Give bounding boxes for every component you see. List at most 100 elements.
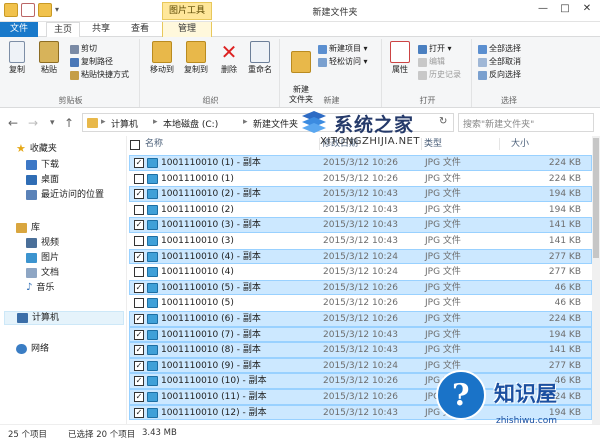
row-checkbox[interactable]: ✓ — [134, 220, 144, 231]
open-button[interactable]: 打开 ▾ — [418, 43, 452, 55]
nav-pictures[interactable]: 图片 — [26, 251, 59, 265]
scrollbar-thumb[interactable] — [593, 138, 599, 258]
nav-music[interactable]: ♪ 音乐 — [26, 281, 54, 295]
row-checkbox[interactable]: ✓ — [134, 360, 144, 371]
row-checkbox[interactable]: ✓ — [134, 313, 144, 324]
maximize-button[interactable]: □ — [554, 0, 576, 18]
history-button[interactable]: 历史记录 — [418, 69, 461, 81]
select-all-checkbox[interactable] — [130, 140, 140, 150]
column-divider[interactable] — [421, 138, 422, 150]
nav-downloads[interactable]: 下载 — [26, 158, 59, 172]
refresh-button[interactable]: ↻ — [439, 116, 447, 127]
clipboard-group-label: 剪贴板 — [58, 96, 83, 105]
select-all-button[interactable]: 全部选择 — [478, 43, 521, 55]
breadcrumb-local-disk[interactable]: 本地磁盘 (C:) — [163, 117, 218, 130]
tab-home[interactable]: 主页 — [46, 22, 80, 38]
breadcrumb-computer[interactable]: 计算机 — [111, 117, 138, 130]
tab-view[interactable]: 查看 — [122, 22, 158, 37]
row-checkbox[interactable]: ✓ — [134, 329, 144, 340]
row-checkbox[interactable]: ✓ — [134, 391, 144, 402]
row-checkbox[interactable]: ✓ — [134, 376, 144, 387]
table-row[interactable]: ✓ 1001110010 (7) - 副本 2015/3/12 10:43 JPG 文… — [129, 326, 592, 343]
rename-button[interactable]: 重命名 — [244, 41, 276, 75]
table-row[interactable]: 1001110010 (1) 2015/3/12 10:26 JPG 文件 224 K… — [129, 171, 592, 187]
table-row[interactable]: ✓ 1001110010 (2) - 副本 2015/3/12 10:43 JPG 文… — [129, 186, 592, 202]
properties-button[interactable]: 属性 — [386, 41, 414, 75]
back-button[interactable]: ← — [8, 116, 18, 130]
table-row[interactable]: ✓ 1001110010 (10) - 副本 2015/3/12 10:26 JPG … — [129, 373, 592, 389]
row-checkbox[interactable] — [134, 173, 144, 184]
vertical-scrollbar[interactable] — [592, 136, 600, 426]
row-checkbox[interactable] — [134, 204, 144, 215]
row-checkbox[interactable]: ✓ — [134, 189, 144, 200]
row-checkbox[interactable]: ✓ — [134, 158, 144, 168]
column-type[interactable]: 类型 — [424, 136, 442, 152]
table-row[interactable]: 1001110010 (5) 2015/3/12 10:26 JPG 文件 46 KB — [129, 295, 592, 311]
select-none-button[interactable]: 全部取消 — [478, 56, 521, 68]
move-to-button[interactable]: 移动到 — [146, 41, 178, 75]
paste-button[interactable]: 粘贴 — [34, 41, 64, 75]
tab-manage[interactable]: 管理 — [162, 22, 212, 37]
address-box[interactable]: ▸ 计算机 ▸ 本地磁盘 (C:) ▸ 新建文件夹 ↻ — [82, 113, 454, 132]
table-row[interactable]: ✓ 1001110010 (4) - 副本 2015/3/12 10:24 JPG 文… — [129, 248, 592, 265]
forward-button[interactable]: → — [28, 116, 38, 130]
table-row[interactable]: ✓ 1001110010 (8) - 副本 2015/3/12 10:43 JPG 文… — [129, 342, 592, 358]
nav-desktop[interactable]: 桌面 — [26, 173, 59, 187]
nav-documents[interactable]: 文档 — [26, 266, 59, 280]
file-date: 2015/3/12 10:43 — [323, 329, 398, 340]
copy-path-button[interactable]: 复制路径 — [70, 56, 113, 68]
column-size[interactable]: 大小 — [511, 136, 529, 152]
nav-computer[interactable]: 计算机 — [4, 311, 124, 325]
recent-locations-dropdown[interactable]: ▾ — [50, 118, 55, 128]
cut-button[interactable]: 剪切 — [70, 43, 97, 55]
tab-file[interactable]: 文件 — [0, 22, 38, 37]
minimize-button[interactable]: — — [532, 0, 554, 18]
explorer-app-icon[interactable] — [4, 3, 18, 17]
row-checkbox[interactable]: ✓ — [134, 282, 144, 293]
paste-shortcut-button[interactable]: 粘贴快捷方式 — [70, 69, 129, 81]
new-item-button[interactable]: 新建项目 ▾ — [318, 43, 368, 55]
table-row[interactable]: ✓ 1001110010 (6) - 副本 2015/3/12 10:26 JPG 文… — [129, 310, 592, 327]
history-label: 历史记录 — [429, 70, 461, 79]
table-row[interactable]: ✓ 1001110010 (5) - 副本 2015/3/12 10:26 JPG 文… — [129, 279, 592, 296]
tab-share[interactable]: 共享 — [84, 22, 118, 37]
table-row[interactable]: ✓ 1001110010 (12) - 副本 2015/3/12 10:43 JPG … — [129, 404, 592, 421]
nav-videos[interactable]: 视频 — [26, 236, 59, 250]
row-checkbox[interactable]: ✓ — [134, 251, 144, 262]
close-button[interactable]: ✕ — [576, 0, 598, 18]
pictures-icon — [26, 253, 37, 263]
table-row[interactable]: ✓ 1001110010 (9) - 副本 2015/3/12 10:24 JPG 文… — [129, 357, 592, 374]
row-checkbox[interactable]: ✓ — [134, 345, 144, 356]
edit-button[interactable]: 编辑 — [418, 56, 445, 68]
column-divider[interactable] — [499, 138, 500, 150]
table-row[interactable]: ✓ 1001110010 (3) - 副本 2015/3/12 10:43 JPG 文… — [129, 217, 592, 233]
column-divider[interactable] — [319, 138, 320, 150]
table-row[interactable]: 1001110010 (4) 2015/3/12 10:24 JPG 文件 277 K… — [129, 264, 592, 280]
table-row[interactable]: 1001110010 (3) 2015/3/12 10:43 JPG 文件 141 K… — [129, 233, 592, 249]
table-row[interactable]: ✓ 1001110010 (1) - 副本 2015/3/12 10:26 JPG 文… — [129, 155, 592, 171]
column-date[interactable]: 修改日期 — [322, 136, 358, 152]
new-folder-icon[interactable] — [38, 3, 52, 17]
nav-favorites[interactable]: ★ 收藏夹 — [16, 142, 57, 156]
column-name[interactable]: 名称 — [145, 136, 163, 152]
delete-button[interactable]: ✕ 删除 — [216, 41, 242, 75]
table-row[interactable]: 1001110010 (2) 2015/3/12 10:43 JPG 文件 194 K… — [129, 202, 592, 218]
invert-selection-button[interactable]: 反向选择 — [478, 69, 521, 81]
row-checkbox[interactable] — [134, 298, 144, 309]
copy-button[interactable]: 复制 — [4, 41, 30, 75]
file-size: 46 KB — [554, 282, 581, 293]
properties-icon[interactable] — [21, 3, 35, 17]
nav-recent[interactable]: 最近访问的位置 — [26, 188, 104, 202]
nav-network[interactable]: 网络 — [16, 342, 49, 356]
row-checkbox[interactable] — [134, 267, 144, 278]
table-row[interactable]: ✓ 1001110010 (11) - 副本 2015/3/12 10:26 JPG … — [129, 388, 592, 405]
breadcrumb-new-folder[interactable]: 新建文件夹 — [253, 117, 298, 130]
up-button[interactable]: ↑ — [64, 116, 74, 130]
copy-to-button[interactable]: 复制到 — [180, 41, 212, 75]
search-input[interactable]: 搜索"新建文件夹" — [458, 113, 594, 132]
row-checkbox[interactable] — [134, 235, 144, 246]
row-checkbox[interactable]: ✓ — [134, 407, 144, 418]
customize-qat-icon[interactable]: ▾ — [55, 3, 63, 17]
easy-access-button[interactable]: 轻松访问 ▾ — [318, 56, 368, 68]
nav-libraries[interactable]: 库 — [16, 221, 40, 235]
